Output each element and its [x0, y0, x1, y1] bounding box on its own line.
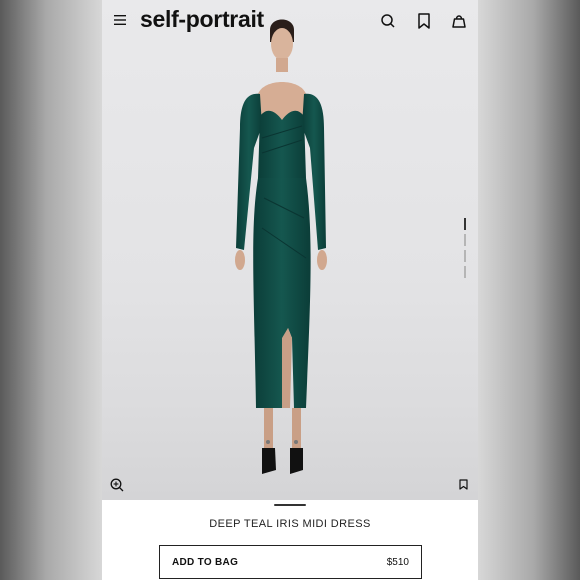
- product-page: self-portrait DEEP TEAL IRIS MIDI DRESS …: [102, 0, 478, 580]
- product-price: $510: [386, 557, 409, 568]
- menu-icon[interactable]: [114, 14, 128, 26]
- product-name: DEEP TEAL IRIS MIDI DRESS: [209, 518, 371, 530]
- pager-segment: [464, 250, 466, 262]
- zoom-icon[interactable]: [110, 478, 124, 492]
- bag-icon[interactable]: [451, 12, 467, 30]
- add-to-bag-label: ADD TO BAG: [172, 557, 239, 568]
- pager-segment: [464, 218, 466, 230]
- pager-segment: [464, 266, 466, 278]
- drag-handle[interactable]: [274, 504, 306, 506]
- product-panel: DEEP TEAL IRIS MIDI DRESS ADD TO BAG $51…: [102, 500, 478, 580]
- product-image[interactable]: self-portrait: [102, 0, 478, 500]
- bookmark-icon[interactable]: [416, 12, 432, 30]
- search-icon[interactable]: [380, 12, 396, 30]
- image-pager[interactable]: [464, 218, 466, 280]
- pager-segment: [464, 234, 466, 246]
- brand-logo[interactable]: self-portrait: [140, 6, 264, 33]
- top-bar: self-portrait: [102, 0, 478, 42]
- bookmark-icon[interactable]: [459, 479, 468, 490]
- add-to-bag-button[interactable]: ADD TO BAG $510: [159, 545, 422, 579]
- model-figure: [235, 19, 327, 474]
